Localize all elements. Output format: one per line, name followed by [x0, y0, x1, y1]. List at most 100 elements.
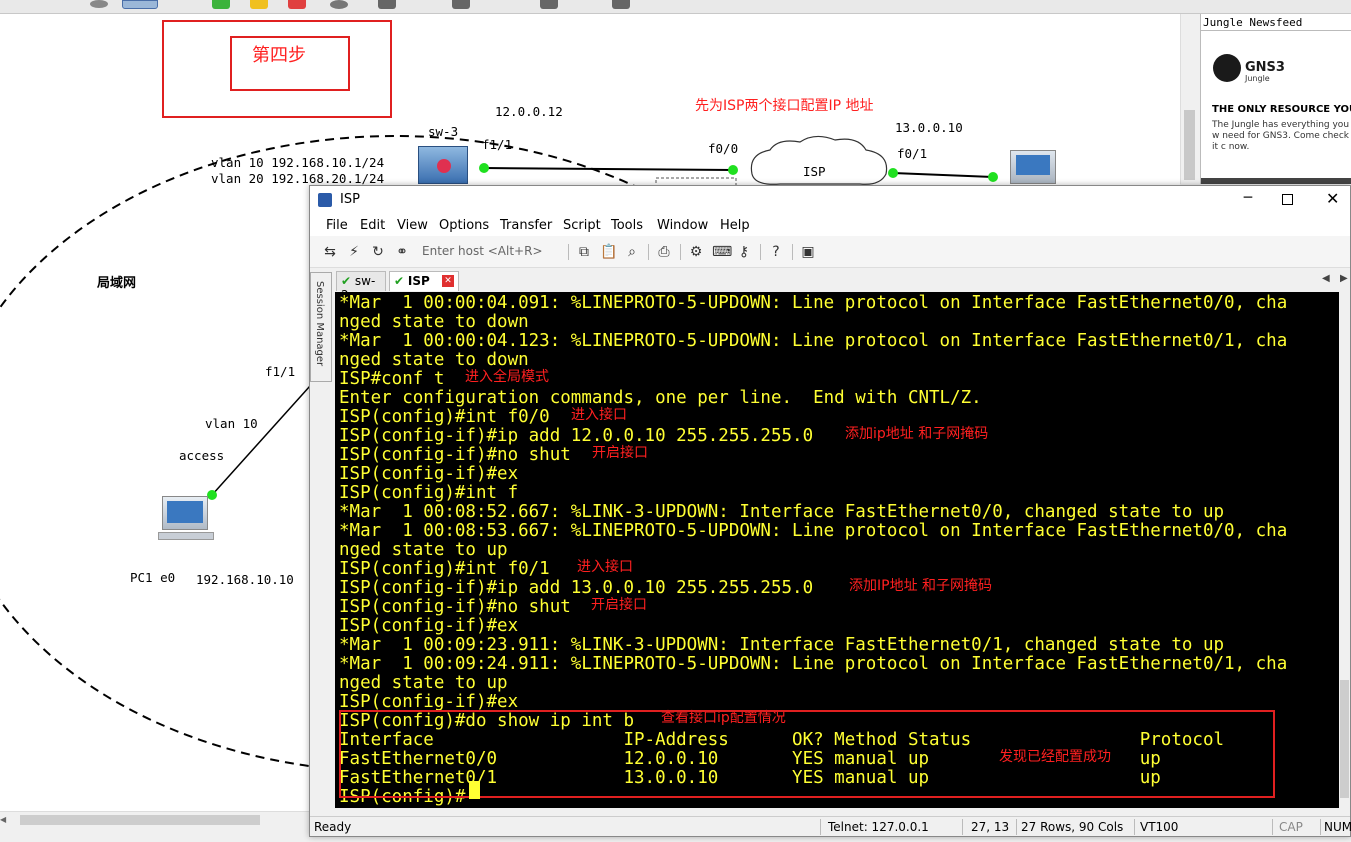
toolbar-stop-icon[interactable]: [288, 0, 306, 9]
annotation-conf-t: 进入全局模式: [465, 369, 549, 385]
app-icon: [318, 193, 332, 207]
status-size: 27 Rows, 90 Cols: [1021, 820, 1124, 834]
status-caps: CAP: [1279, 820, 1303, 834]
isp-f00-link-dot: [728, 165, 738, 175]
canvas-horizontal-scrollbar[interactable]: ◀: [0, 811, 310, 828]
pc1-label: PC1 e0: [130, 570, 176, 585]
screen-icon[interactable]: ▣: [800, 244, 816, 260]
lan-label: 局域网: [97, 276, 137, 291]
toolbar-reload-icon[interactable]: [330, 0, 348, 9]
gns3-toolbar: [0, 0, 1351, 14]
terminal-line: *Mar 1 00:00:04.091: %LINEPROTO-5-UPDOWN…: [339, 293, 1288, 313]
canvas-vertical-scrollbar[interactable]: [1180, 14, 1198, 184]
logo-subtext: Jungle: [1245, 74, 1270, 83]
menu-options[interactable]: Options: [439, 218, 489, 233]
toolbar-pause-icon[interactable]: [250, 0, 268, 9]
toolbar-gear-icon[interactable]: [90, 0, 108, 8]
find-icon[interactable]: ⌕: [624, 244, 640, 260]
status-ready: Ready: [314, 820, 352, 834]
sw3-switch-icon[interactable]: [418, 146, 468, 184]
tab-isp[interactable]: ✔ ISP ✕: [389, 271, 459, 291]
terminal-line: Enter configuration commands, one per li…: [339, 388, 982, 408]
status-emulation: VT100: [1140, 820, 1179, 834]
session-manager-label: Session Manager: [314, 281, 325, 367]
copy-icon[interactable]: ⧉: [576, 244, 592, 260]
session-manager-strip[interactable]: Session Manager: [310, 272, 332, 382]
terminal-line: ISP(config-if)#no shut: [339, 445, 571, 465]
step-label: 第四步: [252, 45, 306, 66]
annotation-ip-add-13: 添加IP地址 和子网掩码: [849, 578, 993, 594]
menu-help[interactable]: Help: [720, 218, 750, 233]
isp-f01-ip-label: 13.0.0.10: [895, 120, 963, 135]
print-icon[interactable]: ⎙: [656, 244, 672, 260]
status-num: NUM: [1324, 820, 1351, 834]
status-cursor: 27, 13: [971, 820, 1010, 834]
enter-host-input[interactable]: Enter host <Alt+R>: [420, 243, 565, 261]
terminal-line: *Mar 1 00:00:04.123: %LINEPROTO-5-UPDOWN…: [339, 331, 1288, 351]
disconnect-icon[interactable]: ⚭: [394, 244, 410, 260]
connect-icon[interactable]: ⇆: [322, 244, 338, 260]
sw3-f11-link-dot: [479, 163, 489, 173]
annotation-int-f00: 进入接口: [571, 407, 627, 423]
help-icon[interactable]: ?: [768, 244, 784, 260]
toolbar-console-icon[interactable]: [378, 0, 396, 9]
tab-close-icon[interactable]: ✕: [442, 275, 454, 287]
reconnect-icon[interactable]: ↻: [370, 244, 386, 260]
close-icon[interactable]: ✕: [1326, 189, 1339, 208]
pc1-ip-label: 192.168.10.10: [196, 572, 294, 587]
terminal-scrollbar[interactable]: [1339, 292, 1350, 808]
access-label: access: [179, 448, 225, 463]
tab-scroll-right-icon[interactable]: ▶: [1340, 273, 1348, 284]
menu-edit[interactable]: Edit: [360, 218, 385, 233]
terminal-line: ISP(config-if)#ip add 13.0.0.10 255.255.…: [339, 578, 814, 598]
vlan10-gateway-label: vlan 10 192.168.10.1/24: [211, 155, 385, 170]
tab-sw-2[interactable]: ✔ sw-2: [336, 271, 386, 302]
toolbar-active-icon[interactable]: [122, 0, 158, 9]
toolbar-screenshot-icon[interactable]: [612, 0, 630, 9]
right-pc-icon[interactable]: [1010, 150, 1056, 184]
terminal-line: *Mar 1 00:08:53.667: %LINEPROTO-5-UPDOWN…: [339, 521, 1288, 541]
sw3-label: sw-3: [428, 124, 459, 139]
toolbar-start-icon[interactable]: [212, 0, 230, 9]
quick-connect-icon[interactable]: ⚡: [346, 244, 362, 260]
terminal-output[interactable]: *Mar 1 00:00:04.091: %LINEPROTO-5-UPDOWN…: [335, 292, 1339, 808]
settings-gear-icon[interactable]: ⚙: [688, 244, 704, 260]
menu-view[interactable]: View: [397, 218, 428, 233]
newsfeed-body[interactable]: The Jungle has everything you w need for…: [1212, 120, 1351, 153]
tab-connected-icon: ✔: [341, 274, 352, 288]
vlan10-label: vlan 10: [205, 416, 258, 431]
menu-transfer[interactable]: Transfer: [500, 218, 552, 233]
tab-scroll-left-icon[interactable]: ◀: [1322, 273, 1330, 284]
top-annotation: 先为ISP两个接口配置IP 地址: [695, 98, 874, 114]
status-telnet: Telnet: 127.0.0.1: [828, 820, 929, 834]
menu-script[interactable]: Script: [563, 218, 601, 233]
securecrt-window: ISP ─ ✕ File Edit View Options Transfer …: [309, 185, 1351, 837]
terminal-line: ISP(config)#int f0/0: [339, 407, 550, 427]
menu-tools[interactable]: Tools: [611, 218, 643, 233]
maximize-icon[interactable]: [1282, 194, 1293, 205]
toolbar-zoom-icon[interactable]: [540, 0, 558, 9]
menu-file[interactable]: File: [326, 218, 348, 233]
terminal-cursor: [469, 781, 480, 799]
keymap-icon[interactable]: ⌨: [712, 244, 732, 260]
menu-window[interactable]: Window: [657, 218, 708, 233]
sw3-f11-label: f1/1: [482, 137, 513, 152]
jungle-newsfeed-panel: Jungle Newsfeed GNS3 Jungle THE ONLY RES…: [1200, 14, 1351, 184]
annotation-int-f01: 进入接口: [577, 559, 633, 575]
right-pc-link-dot: [988, 172, 998, 182]
paste-icon[interactable]: 📋: [600, 244, 617, 260]
terminal-line: ISP#conf t: [339, 369, 445, 389]
pc1-computer-icon[interactable]: [158, 496, 214, 544]
isp-f01-link-dot: [888, 168, 898, 178]
terminal-line: *Mar 1 00:09:24.911: %LINEPROTO-5-UPDOWN…: [339, 654, 1288, 674]
isp-f01-label: f0/1: [897, 146, 928, 161]
minimize-icon[interactable]: ─: [1238, 190, 1258, 206]
terminal-line: *Mar 1 00:09:23.911: %LINK-3-UPDOWN: Int…: [339, 635, 1225, 655]
window-titlebar[interactable]: ISP ─ ✕: [310, 186, 1350, 214]
toolbar-capture-icon[interactable]: [452, 0, 470, 9]
sw3-ip-label: 12.0.0.12: [495, 104, 563, 119]
terminal-line: ISP(config-if)#ex: [339, 616, 519, 636]
scroll-left-icon[interactable]: ◀: [0, 815, 8, 825]
isp-cloud-label: ISP: [803, 164, 826, 179]
key-icon[interactable]: ⚷: [736, 244, 752, 260]
